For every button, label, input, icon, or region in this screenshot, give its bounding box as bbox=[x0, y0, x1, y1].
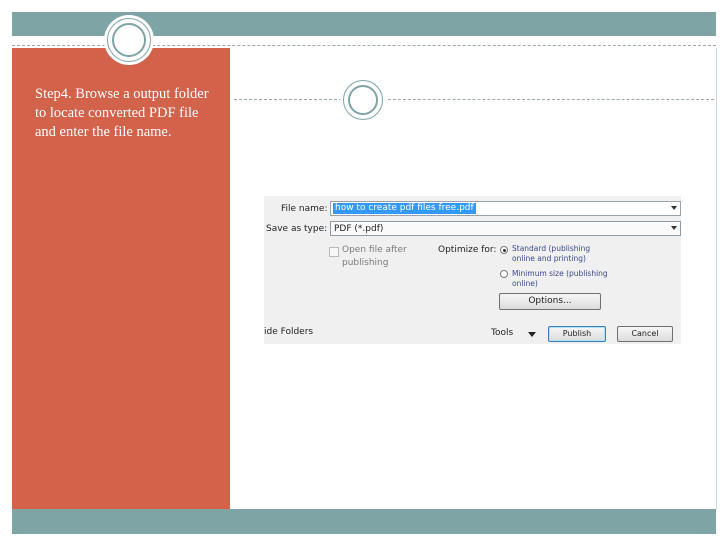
hide-folders-link[interactable]: ide Folders bbox=[264, 327, 313, 337]
file-name-input[interactable]: how to create pdf files free.pdf bbox=[330, 201, 681, 216]
mid-dashed-divider-right bbox=[388, 99, 714, 100]
step-instruction-text: Step4. Browse a output folder to locate … bbox=[35, 86, 209, 140]
cancel-button[interactable]: Cancel bbox=[617, 326, 673, 342]
minimum-size-label-1: Minimum size (publishing bbox=[512, 269, 608, 278]
publish-button[interactable]: Publish bbox=[548, 326, 606, 342]
file-name-dropdown-arrow-icon[interactable] bbox=[671, 206, 677, 210]
top-circle-ring-inner bbox=[112, 23, 146, 57]
mid-dashed-divider-left bbox=[234, 99, 342, 100]
options-button[interactable]: Options... bbox=[499, 293, 601, 310]
save-type-dropdown-arrow-icon[interactable] bbox=[671, 226, 677, 230]
file-name-selected-text: how to create pdf files free.pdf bbox=[333, 203, 476, 214]
tools-menu[interactable]: Tools bbox=[491, 328, 513, 338]
standard-label-1: Standard (publishing bbox=[512, 244, 591, 253]
open-after-label-1: Open file after bbox=[342, 245, 407, 255]
open-after-checkbox[interactable] bbox=[329, 247, 339, 257]
tools-dropdown-icon[interactable] bbox=[528, 332, 536, 337]
bottom-band bbox=[12, 509, 716, 534]
minimum-size-radio[interactable] bbox=[500, 270, 508, 278]
standard-radio[interactable] bbox=[500, 246, 508, 254]
standard-label-2: online and printing) bbox=[512, 254, 586, 263]
optimize-label: Optimize for: bbox=[438, 245, 497, 255]
save-type-value: PDF (*.pdf) bbox=[334, 224, 384, 234]
save-type-label: Save as type: bbox=[266, 224, 328, 234]
file-name-label: File name: bbox=[281, 204, 328, 214]
right-border-line bbox=[716, 48, 717, 509]
minimum-size-label-2: online) bbox=[512, 279, 538, 288]
save-dialog: File name: how to create pdf files free.… bbox=[264, 196, 681, 344]
mid-circle-ring-inner bbox=[348, 85, 378, 115]
save-type-select[interactable]: PDF (*.pdf) bbox=[330, 221, 681, 236]
open-after-label-2: publishing bbox=[342, 258, 389, 268]
